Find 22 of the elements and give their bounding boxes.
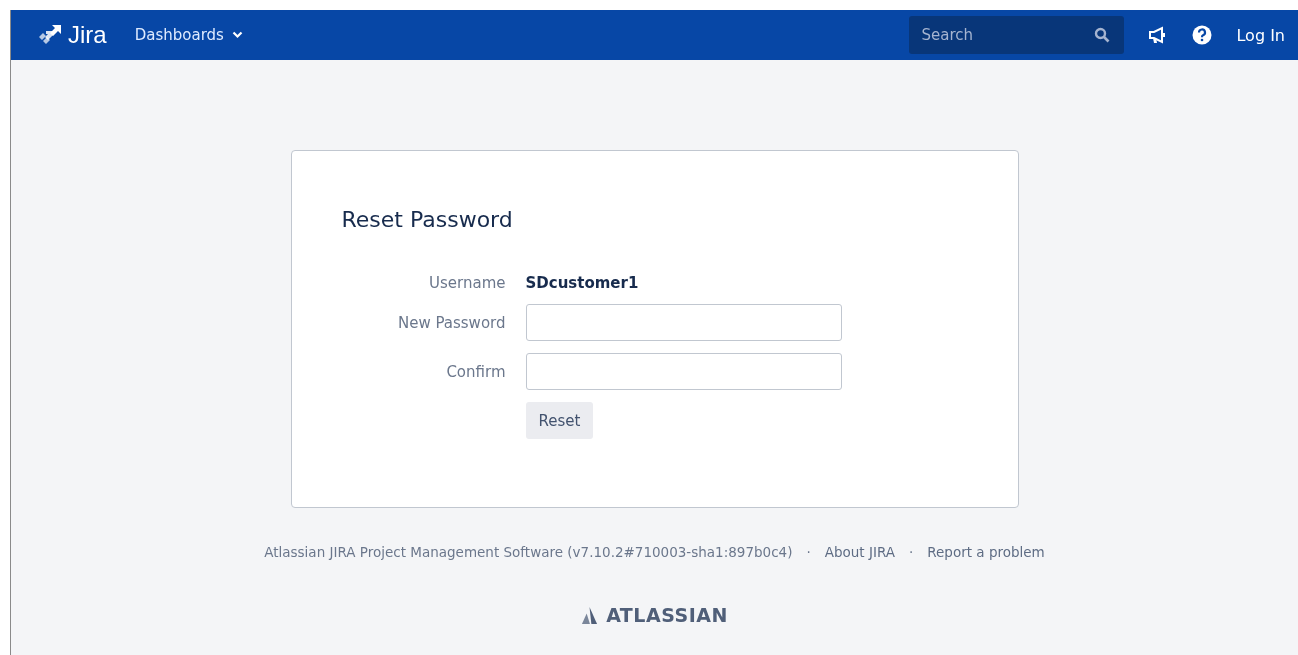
jira-logo-icon [38, 24, 62, 46]
search-field[interactable]: Search [909, 16, 1125, 54]
password-field[interactable] [525, 304, 842, 341]
footer-link[interactable]: About JIRA [824, 544, 895, 560]
password-field[interactable] [525, 353, 842, 390]
log-in-link[interactable]: Log In [1236, 25, 1285, 45]
jira-logo[interactable]: Jira [38, 21, 107, 49]
separator-dot: · [909, 544, 914, 560]
version-text: Atlassian JIRA Project Management Software (v7.10.2#710003-sha1:897b0c4) [264, 544, 793, 560]
chevron-down-icon [231, 31, 243, 39]
search-icon [1094, 27, 1111, 43]
help-icon[interactable] [1192, 25, 1213, 45]
field-label: Username [428, 274, 506, 292]
separator-dot: · [806, 544, 811, 560]
username-value: SDcustomer1 [525, 274, 640, 292]
footer-link[interactable]: Report a problem [927, 544, 1045, 560]
atlassian-logo: ATLASSIAN [581, 604, 728, 626]
field-label: Confirm [445, 362, 506, 381]
dashboards-menu[interactable]: Dashboards [130, 22, 247, 48]
reset-button[interactable]: Reset [525, 402, 594, 439]
page-title: Reset Password [341, 207, 514, 232]
field-label: New Password [396, 313, 506, 332]
